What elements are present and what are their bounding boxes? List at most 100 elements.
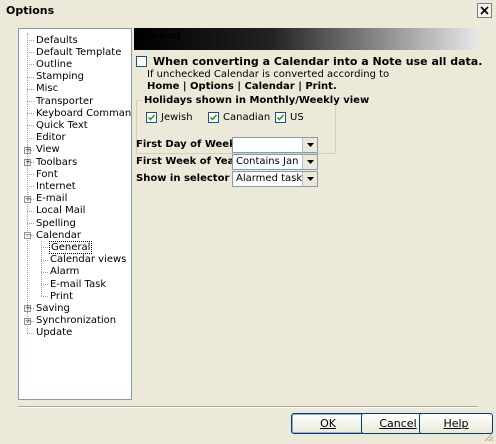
- tree-connector: [27, 76, 34, 78]
- canadian-label: Canadian: [223, 112, 271, 123]
- tree-item[interactable]: Stamping: [35, 71, 85, 83]
- tree-item-label: Misc: [36, 83, 59, 95]
- tree-item[interactable]: Transporter: [35, 95, 94, 107]
- tree-connector: [27, 223, 34, 224]
- canadian-checkbox[interactable]: [208, 112, 219, 123]
- cancel-button-label: Cancel: [379, 417, 417, 430]
- tree-item-label: Saving: [36, 302, 70, 314]
- tree-connector: [27, 88, 34, 90]
- convert-help-text: If unchecked Calendar is converted accor…: [147, 69, 390, 80]
- holidays-group-title: Holidays shown in Monthly/Weekly view: [142, 95, 372, 106]
- tree-connector: [27, 186, 34, 188]
- tree-item[interactable]: Calendar views: [49, 254, 127, 266]
- first-day-label: First Day of Week: [136, 139, 236, 150]
- convert-all-data-checkbox[interactable]: [136, 56, 147, 67]
- first-day-select[interactable]: [232, 137, 318, 153]
- close-icon: [480, 6, 489, 15]
- tree-item-label: Calendar: [36, 229, 81, 241]
- tree-item-label: General: [49, 240, 93, 254]
- tree-connector: [41, 247, 48, 249]
- tree-connector: [41, 271, 48, 273]
- tree-connector: [27, 210, 34, 212]
- tree-connector: [41, 284, 48, 285]
- jewish-checkbox[interactable]: [146, 112, 157, 123]
- tree-connector: [41, 296, 48, 298]
- tree-item-label: Internet: [36, 180, 76, 192]
- tree-item-label: Transporter: [36, 95, 94, 107]
- tree-connector: [27, 125, 34, 127]
- tree-item-label: E-mail Task: [50, 278, 107, 290]
- help-button-label: Help: [443, 417, 469, 430]
- convert-all-data-label: When converting a Calendar into a Note u…: [153, 55, 483, 68]
- tree-connector: [41, 241, 42, 297]
- selector-select[interactable]: Alarmed tasks: [232, 171, 318, 187]
- tree-item[interactable]: Keyboard Commands: [35, 107, 132, 119]
- tree-item-label: Local Mail: [36, 205, 86, 217]
- resize-grip-icon[interactable]: [482, 430, 494, 442]
- tree-item[interactable]: General: [49, 240, 93, 254]
- us-checkbox[interactable]: [275, 112, 286, 123]
- tree-item-label: Font: [36, 168, 58, 180]
- close-button[interactable]: [477, 3, 492, 18]
- tree-item-label: View: [36, 144, 60, 156]
- us-label: US: [290, 112, 304, 123]
- tree-item[interactable]: Calendar: [35, 229, 82, 241]
- tree-item-label: Toolbars: [36, 156, 78, 168]
- tree-item[interactable]: Toolbars: [35, 156, 78, 168]
- ok-button[interactable]: OK: [291, 413, 365, 434]
- tree-item[interactable]: Update: [35, 327, 73, 339]
- tree-item[interactable]: Editor: [35, 132, 67, 144]
- tree-item[interactable]: Saving: [35, 302, 71, 314]
- tree-item[interactable]: Synchronization: [35, 315, 117, 327]
- jewish-label: Jewish: [161, 112, 193, 123]
- first-week-value: Contains Jan 1: [236, 156, 308, 167]
- tree-item[interactable]: Quick Text: [35, 119, 89, 131]
- tree-item[interactable]: Outline: [35, 58, 73, 70]
- checkmark-icon: [209, 114, 218, 121]
- tree-item-label: Calendar views: [50, 254, 127, 266]
- first-week-select[interactable]: Contains Jan 1: [232, 154, 318, 170]
- tree-item[interactable]: View: [35, 144, 61, 156]
- chevron-down-icon: [302, 155, 317, 169]
- tree-item-label: Spelling: [36, 217, 76, 229]
- selector-value: Alarmed tasks: [236, 173, 308, 184]
- checkmark-icon: [276, 114, 285, 121]
- tree-item[interactable]: Font: [35, 168, 59, 180]
- tree-item-label: Stamping: [36, 71, 84, 83]
- tree-connector: [27, 174, 34, 176]
- tree-item-label: Default Template: [36, 46, 122, 58]
- tree-item-label: Defaults: [36, 34, 78, 46]
- tree-item-label: Synchronization: [36, 315, 117, 327]
- first-week-label: First Week of Year: [136, 156, 240, 167]
- tree-item[interactable]: Internet: [35, 180, 77, 192]
- tree-item[interactable]: E-mail Task: [49, 278, 107, 290]
- tree-connector: [27, 52, 34, 54]
- tree-item[interactable]: Alarm: [49, 266, 80, 278]
- settings-panel: General When converting a Calendar into …: [134, 28, 482, 400]
- tree-connector: [27, 40, 34, 41]
- options-tree[interactable]: Defaults Default Template Outline Stamping M…: [18, 28, 132, 400]
- tree-connector: [27, 137, 34, 139]
- tree-item-label: E-mail: [36, 193, 68, 205]
- tree-connector: [27, 64, 34, 66]
- tree-item[interactable]: Print: [49, 290, 74, 302]
- tree-connector: [27, 332, 34, 334]
- tree-connector: [27, 101, 34, 102]
- tree-item-label: Editor: [36, 132, 66, 144]
- tree-item-label: Keyboard Commands: [36, 107, 132, 119]
- tree-connector: [27, 33, 28, 333]
- tree-item-label: Outline: [36, 58, 73, 70]
- tree-item[interactable]: E-mail: [35, 193, 68, 205]
- tree-item[interactable]: Default Template: [35, 46, 122, 58]
- tree-item[interactable]: Defaults: [35, 34, 79, 46]
- title-bar: Options: [0, 0, 496, 22]
- section-header: General: [134, 28, 478, 50]
- selector-label: Show in selector: [136, 173, 230, 184]
- tree-item-label: Alarm: [50, 266, 80, 278]
- tree-item[interactable]: Misc: [35, 83, 59, 95]
- section-title: General: [137, 31, 181, 42]
- tree-item-label: Update: [36, 327, 73, 339]
- chevron-down-icon: [302, 172, 317, 186]
- tree-item[interactable]: Local Mail: [35, 205, 86, 217]
- tree-item[interactable]: Spelling: [35, 217, 77, 229]
